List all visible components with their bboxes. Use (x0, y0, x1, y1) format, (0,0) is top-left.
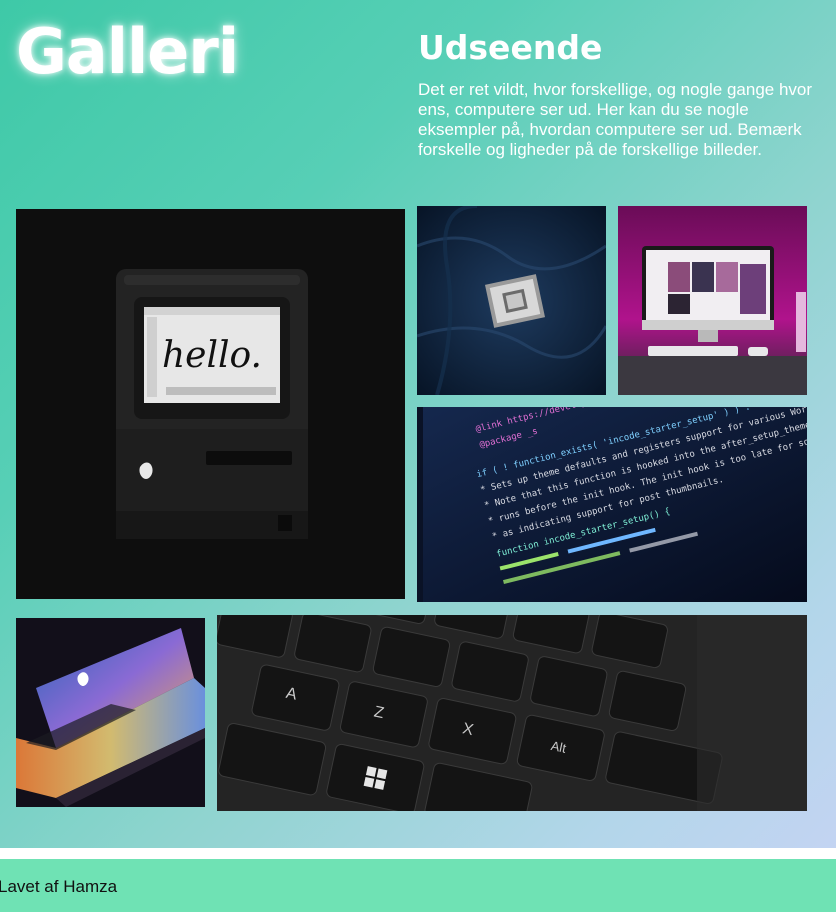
mac-screen-hello: hello. (162, 335, 262, 376)
macbook-illustration (16, 618, 205, 807)
gallery-image-imac-desk[interactable] (618, 206, 807, 395)
page-main: Galleri Udseende Det er ret vildt, hvor … (0, 0, 836, 848)
section-description: Det er ret vildt, hvor forskellige, og n… (418, 80, 813, 159)
gallery-image-vintage-mac[interactable]: hello. (16, 209, 405, 599)
footer: Lavet af Hamza (0, 859, 836, 912)
gallery-image-code-screen[interactable]: @link https://developer @package _s if (… (417, 407, 807, 602)
keyboard-illustration: A Z X Alt (217, 615, 807, 811)
gallery-image-keyboard[interactable]: A Z X Alt (217, 615, 807, 811)
footer-credit: Lavet af Hamza (0, 877, 118, 896)
cpu-chip-illustration (417, 206, 606, 395)
page-title: Galleri (16, 15, 239, 88)
gallery-image-cpu-chip[interactable] (417, 206, 606, 395)
gallery-image-macbook[interactable] (16, 618, 205, 807)
vintage-mac-illustration: hello. (16, 209, 405, 599)
section-heading: Udseende (418, 28, 603, 67)
code-screen-illustration: @link https://developer @package _s if (… (417, 407, 807, 602)
imac-illustration (618, 206, 807, 395)
